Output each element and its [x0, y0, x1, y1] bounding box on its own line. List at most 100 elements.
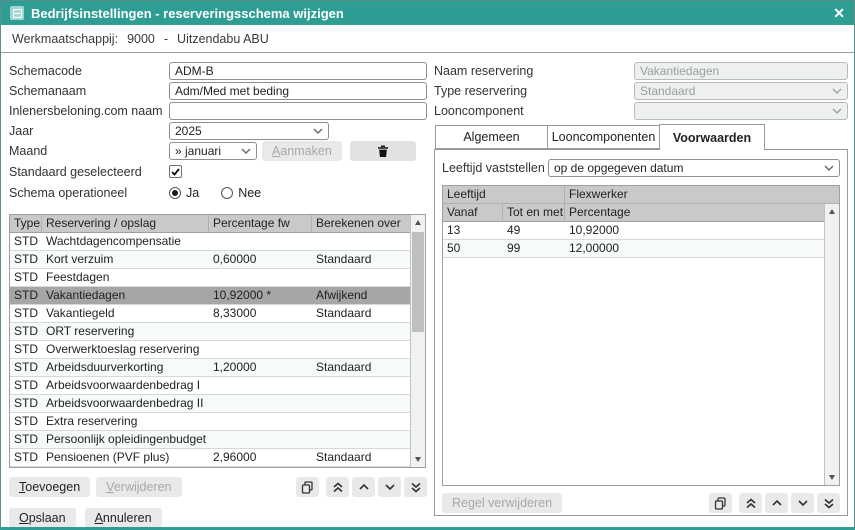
copy-button[interactable]	[296, 477, 319, 497]
standaard-checkbox[interactable]	[169, 165, 182, 178]
col-header-berekenen-over[interactable]: Berekenen over	[312, 215, 412, 233]
table-cell: Standaard	[312, 305, 412, 322]
col-header-tot-en-met[interactable]: Tot en met	[503, 204, 565, 222]
table-cell: Arbeidsvoorwaardenbedrag I	[42, 377, 209, 394]
company-bar: Werkmaatschappij: 9000 - Uitzendabu ABU	[1, 25, 854, 53]
jaar-select[interactable]: 2025	[169, 122, 329, 140]
verwijderen-button[interactable]: Verwijderen	[96, 477, 181, 497]
double-chevron-down-icon	[823, 498, 835, 509]
table-row[interactable]: STDOverwerktoeslag reservering	[10, 341, 412, 359]
scroll-down-icon[interactable]	[825, 470, 839, 485]
move-bottom-button[interactable]	[817, 493, 840, 513]
regel-verwijderen-button[interactable]: Regel verwijderen	[442, 493, 562, 513]
aanmaken-button[interactable]: Aanmaken	[262, 141, 342, 161]
schemanaam-input[interactable]	[169, 82, 427, 100]
table-row[interactable]: STDVakantiegeld8,33000Standaard	[10, 305, 412, 323]
reservations-table-rows: STDWachtdagencompensatieSTDKort verzuim0…	[10, 233, 412, 467]
chevron-down-icon	[824, 165, 834, 171]
close-icon[interactable]: ✕	[833, 6, 845, 20]
inlenersbeloning-input[interactable]	[169, 102, 427, 120]
table-cell: 8,33000	[209, 305, 312, 322]
chevron-down-icon	[384, 483, 396, 491]
table-cell: 12,00000	[565, 240, 824, 257]
table-row[interactable]: 134910,92000	[443, 222, 824, 240]
scroll-up-icon[interactable]	[825, 204, 839, 219]
schemacode-input[interactable]	[169, 62, 427, 80]
opslaan-button[interactable]: Opslaan	[9, 508, 76, 528]
schemacode-row: Schemacode	[9, 61, 427, 81]
table-cell: Standaard	[312, 449, 412, 466]
table-cell: Vakantiedagen	[42, 287, 209, 304]
col-header-vanaf[interactable]: Vanaf	[443, 204, 503, 222]
table-cell: 99	[503, 240, 565, 257]
form-window-icon	[10, 6, 24, 20]
table-row[interactable]: STDArbeidsduurverkorting1,20000Standaard	[10, 359, 412, 377]
table-cell: STD	[10, 269, 42, 286]
table-row[interactable]: STDFeestdagen	[10, 269, 412, 287]
scrollbar-thumb[interactable]	[412, 232, 424, 332]
table-cell: 1,20000	[209, 359, 312, 376]
table-row[interactable]: STDPersoonlijk opleidingenbudget	[10, 431, 412, 449]
standaard-label: Standaard geselecteerd	[9, 165, 169, 179]
table-cell: Wachtdagencompensatie	[42, 233, 209, 250]
move-down-button[interactable]	[791, 493, 814, 513]
move-bottom-button[interactable]	[404, 477, 427, 497]
radio-nee-label: Nee	[238, 186, 261, 200]
table-cell: Persoonlijk opleidingenbudget	[42, 431, 209, 448]
delete-month-button[interactable]	[350, 141, 416, 161]
reservations-scrollbar[interactable]	[410, 215, 425, 467]
table-row[interactable]: STDWachtdagencompensatie	[10, 233, 412, 251]
chevron-down-icon	[797, 499, 809, 507]
radio-ja[interactable]: Ja	[169, 186, 199, 200]
inlenersbeloning-row: Inlenersbeloning.com naam	[9, 101, 427, 121]
table-row[interactable]: STDExtra reservering	[10, 413, 412, 431]
jaar-value: 2025	[175, 124, 313, 138]
jaar-label: Jaar	[9, 124, 169, 138]
table-row[interactable]: STDArbeidsvoorwaardenbedrag I	[10, 377, 412, 395]
col-header-percentage[interactable]: Percentage	[565, 204, 824, 222]
table-cell: Kort verzuim	[42, 251, 209, 268]
titlebar: Bedrijfsinstellingen - reserveringsschem…	[1, 1, 854, 25]
leeftijd-vaststellen-select[interactable]: op de opgegeven datum	[548, 159, 840, 177]
move-up-button[interactable]	[765, 493, 788, 513]
chevron-down-icon	[313, 128, 323, 134]
table-cell: STD	[10, 251, 42, 268]
scroll-up-icon[interactable]	[411, 215, 425, 230]
move-down-button[interactable]	[378, 477, 401, 497]
move-top-button[interactable]	[739, 493, 762, 513]
check-icon	[171, 168, 180, 176]
standaard-row: Standaard geselecteerd	[9, 161, 427, 182]
table-row[interactable]: STDPensioenen (PVF plus)2,96000Standaard	[10, 449, 412, 467]
leeftijd-table-group-header: Leeftijd Flexwerker	[443, 186, 839, 204]
col-header-reservering[interactable]: Reservering / opslag	[42, 215, 209, 233]
table-cell: Vakantiegeld	[42, 305, 209, 322]
inlenersbeloning-label: Inlenersbeloning.com naam	[9, 104, 169, 118]
radio-nee[interactable]: Nee	[221, 186, 261, 200]
col-header-percentage-fw[interactable]: Percentage fw	[209, 215, 312, 233]
maand-select[interactable]: » januari	[169, 142, 257, 160]
chevron-up-icon	[358, 483, 370, 491]
tab-looncomponenten[interactable]: Looncomponenten	[547, 125, 660, 149]
move-up-button[interactable]	[352, 477, 375, 497]
annuleren-button[interactable]: Annuleren	[85, 508, 162, 528]
tab-algemeen[interactable]: Algemeen	[435, 125, 548, 149]
table-row[interactable]: STDORT reservering	[10, 323, 412, 341]
move-top-button[interactable]	[326, 477, 349, 497]
toevoegen-button[interactable]: Toevoegen	[9, 477, 90, 497]
table-cell: STD	[10, 305, 42, 322]
window-title: Bedrijfsinstellingen - reserveringsschem…	[31, 6, 344, 21]
col-header-type[interactable]: Type	[10, 215, 42, 233]
operationeel-radio-group: Ja Nee	[169, 186, 283, 200]
double-chevron-down-icon	[410, 482, 422, 493]
table-row[interactable]: STDVakantiedagen10,92000 *Afwijkend	[10, 287, 412, 305]
maand-label: Maand	[9, 144, 169, 158]
tab-voorwaarden[interactable]: Voorwaarden	[659, 124, 765, 150]
table-row[interactable]: STDArbeidsvoorwaardenbedrag II	[10, 395, 412, 413]
operationeel-label: Schema operationeel	[9, 186, 169, 200]
leeftijd-vaststellen-label: Leeftijd vaststellen	[442, 161, 548, 175]
scroll-down-icon[interactable]	[411, 452, 425, 467]
copy-button[interactable]	[709, 493, 732, 513]
table-row[interactable]: STDKort verzuim0,60000Standaard	[10, 251, 412, 269]
leeftijd-scrollbar[interactable]	[824, 204, 839, 485]
table-row[interactable]: 509912,00000	[443, 240, 824, 258]
